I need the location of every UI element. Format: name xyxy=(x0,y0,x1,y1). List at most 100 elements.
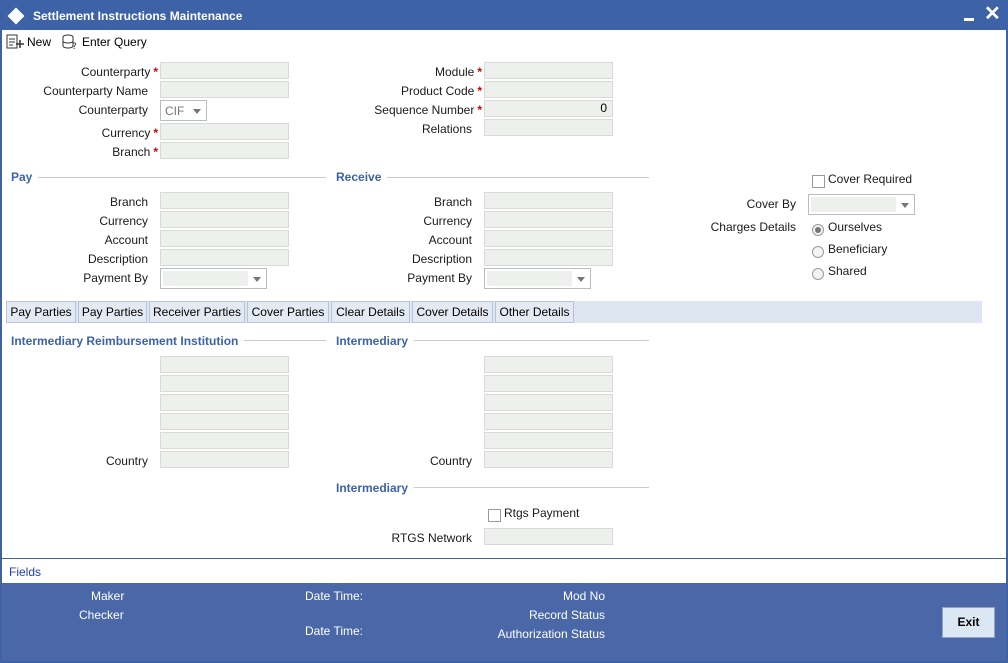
enter-query-button[interactable]: ? Enter Query xyxy=(61,33,147,51)
branch-label: Branch * xyxy=(112,145,158,159)
counterparty-type-label: Counterparty xyxy=(78,103,148,117)
charges-shared-radio[interactable] xyxy=(812,268,824,280)
pay-account-field[interactable] xyxy=(160,230,289,247)
intermediary-line-2-field[interactable] xyxy=(484,375,613,392)
receive-currency-field[interactable] xyxy=(484,211,613,228)
counterparty-type-value: CIF xyxy=(165,104,185,118)
new-label: New xyxy=(27,35,52,49)
tab-cover-parties[interactable]: Cover Parties xyxy=(247,301,329,323)
irb-country-label: Country xyxy=(105,454,148,468)
new-document-icon xyxy=(6,34,24,49)
checker-label: Checker xyxy=(79,608,124,622)
cover-required-checkbox[interactable] xyxy=(812,175,825,188)
relations-label: Relations xyxy=(421,122,472,136)
intermediary-line-5-field[interactable] xyxy=(484,432,613,449)
new-button[interactable]: New xyxy=(6,33,51,51)
sequence-number-label: Sequence Number * xyxy=(374,103,482,117)
cover-by-label: Cover By xyxy=(746,197,796,211)
charges-beneficiary-label: Beneficiary xyxy=(828,242,888,256)
cover-by-value xyxy=(811,197,896,212)
irb-line-5-field[interactable] xyxy=(160,432,289,449)
receive-branch-field[interactable] xyxy=(484,192,613,209)
intermediary-country-field[interactable] xyxy=(484,451,613,468)
toolbar: New ? Enter Query xyxy=(2,30,1006,54)
exit-button[interactable]: Exit xyxy=(942,607,995,638)
tab-pay-parties[interactable]: Pay Parties xyxy=(6,301,76,323)
pay-branch-label: Branch xyxy=(109,195,148,209)
checker-date-time-label: Date Time: xyxy=(305,624,364,638)
pay-description-label: Description xyxy=(87,252,148,266)
relations-field[interactable] xyxy=(484,119,613,136)
irb-line-2-field[interactable] xyxy=(160,375,289,392)
tab-cover-details[interactable]: Cover Details xyxy=(412,301,493,323)
intermediary-line-4-field[interactable] xyxy=(484,413,613,430)
receive-currency-label: Currency xyxy=(423,214,472,228)
counterparty-field[interactable] xyxy=(160,62,289,79)
query-icon: ? xyxy=(62,34,77,50)
pay-section-title: Pay xyxy=(11,170,39,184)
irb-line-3-field[interactable] xyxy=(160,394,289,411)
chevron-down-icon xyxy=(193,109,201,114)
rtgs-network-label: RTGS Network xyxy=(391,531,472,545)
settlement-instructions-window: Settlement Instructions Maintenance ✕ Ne… xyxy=(0,0,1008,663)
intermediary-country-label: Country xyxy=(429,454,472,468)
minimize-icon[interactable] xyxy=(964,18,974,21)
svg-text:?: ? xyxy=(72,42,77,50)
pay-account-label: Account xyxy=(104,233,148,247)
irb-line-1-field[interactable] xyxy=(160,356,289,373)
fields-link[interactable]: Fields xyxy=(9,565,41,579)
pay-currency-field[interactable] xyxy=(160,211,289,228)
title-bar: Settlement Instructions Maintenance ✕ xyxy=(2,2,1006,30)
receive-payment-by-value xyxy=(487,271,572,286)
receive-payment-by-select[interactable] xyxy=(484,268,591,289)
irb-country-field[interactable] xyxy=(160,451,289,468)
receive-payment-by-label: Payment By xyxy=(407,271,472,285)
chevron-down-icon xyxy=(901,203,909,208)
maker-date-time-label: Date Time: xyxy=(305,589,364,603)
tab-pay-parties-2[interactable]: Pay Parties xyxy=(78,301,147,323)
receive-description-field[interactable] xyxy=(484,249,613,266)
rtgs-payment-label: Rtgs Payment xyxy=(504,506,580,520)
product-code-field[interactable] xyxy=(484,81,613,98)
close-icon[interactable]: ✕ xyxy=(984,3,1001,25)
tab-clear-details[interactable]: Clear Details xyxy=(331,301,410,323)
intermediary-2-section-title: Intermediary xyxy=(336,481,415,495)
pay-section-divider xyxy=(36,177,326,178)
tab-bar: Pay Parties Pay Parties Receiver Parties… xyxy=(6,301,982,323)
currency-field[interactable] xyxy=(160,123,289,140)
pay-currency-label: Currency xyxy=(99,214,148,228)
diamond-icon xyxy=(7,7,25,25)
tab-other-details[interactable]: Other Details xyxy=(495,301,574,323)
pay-description-field[interactable] xyxy=(160,249,289,266)
rtgs-network-field[interactable] xyxy=(484,528,613,545)
audit-footer: Maker Checker Date Time: Date Time: Mod … xyxy=(2,583,1006,661)
branch-field[interactable] xyxy=(160,142,289,159)
mod-no-label: Mod No xyxy=(562,589,605,603)
charges-ourselves-radio[interactable] xyxy=(812,224,824,236)
record-status-label: Record Status xyxy=(528,608,605,622)
counterparty-name-label: Counterparty Name xyxy=(43,84,148,98)
currency-label: Currency * xyxy=(101,126,158,140)
receive-account-label: Account xyxy=(428,233,472,247)
sequence-number-field[interactable]: 0 xyxy=(484,100,613,117)
intermediary-line-1-field[interactable] xyxy=(484,356,613,373)
irb-line-4-field[interactable] xyxy=(160,413,289,430)
counterparty-label: Counterparty * xyxy=(80,65,158,79)
window-title: Settlement Instructions Maintenance xyxy=(33,9,243,23)
charges-shared-label: Shared xyxy=(828,264,867,278)
pay-branch-field[interactable] xyxy=(160,192,289,209)
charges-details-label: Charges Details xyxy=(710,220,796,234)
tab-receiver-parties[interactable]: Receiver Parties xyxy=(149,301,245,323)
pay-payment-by-select[interactable] xyxy=(160,268,267,289)
fields-bar: Fields xyxy=(2,558,1006,583)
maker-label: Maker xyxy=(91,589,125,603)
counterparty-name-field[interactable] xyxy=(160,81,289,98)
charges-ourselves-label: Ourselves xyxy=(828,220,883,234)
receive-account-field[interactable] xyxy=(484,230,613,247)
counterparty-type-select[interactable]: CIF xyxy=(160,100,207,121)
intermediary-line-3-field[interactable] xyxy=(484,394,613,411)
rtgs-payment-checkbox[interactable] xyxy=(488,509,501,522)
module-field[interactable] xyxy=(484,62,613,79)
charges-beneficiary-radio[interactable] xyxy=(812,246,824,258)
cover-by-select[interactable] xyxy=(808,194,915,215)
